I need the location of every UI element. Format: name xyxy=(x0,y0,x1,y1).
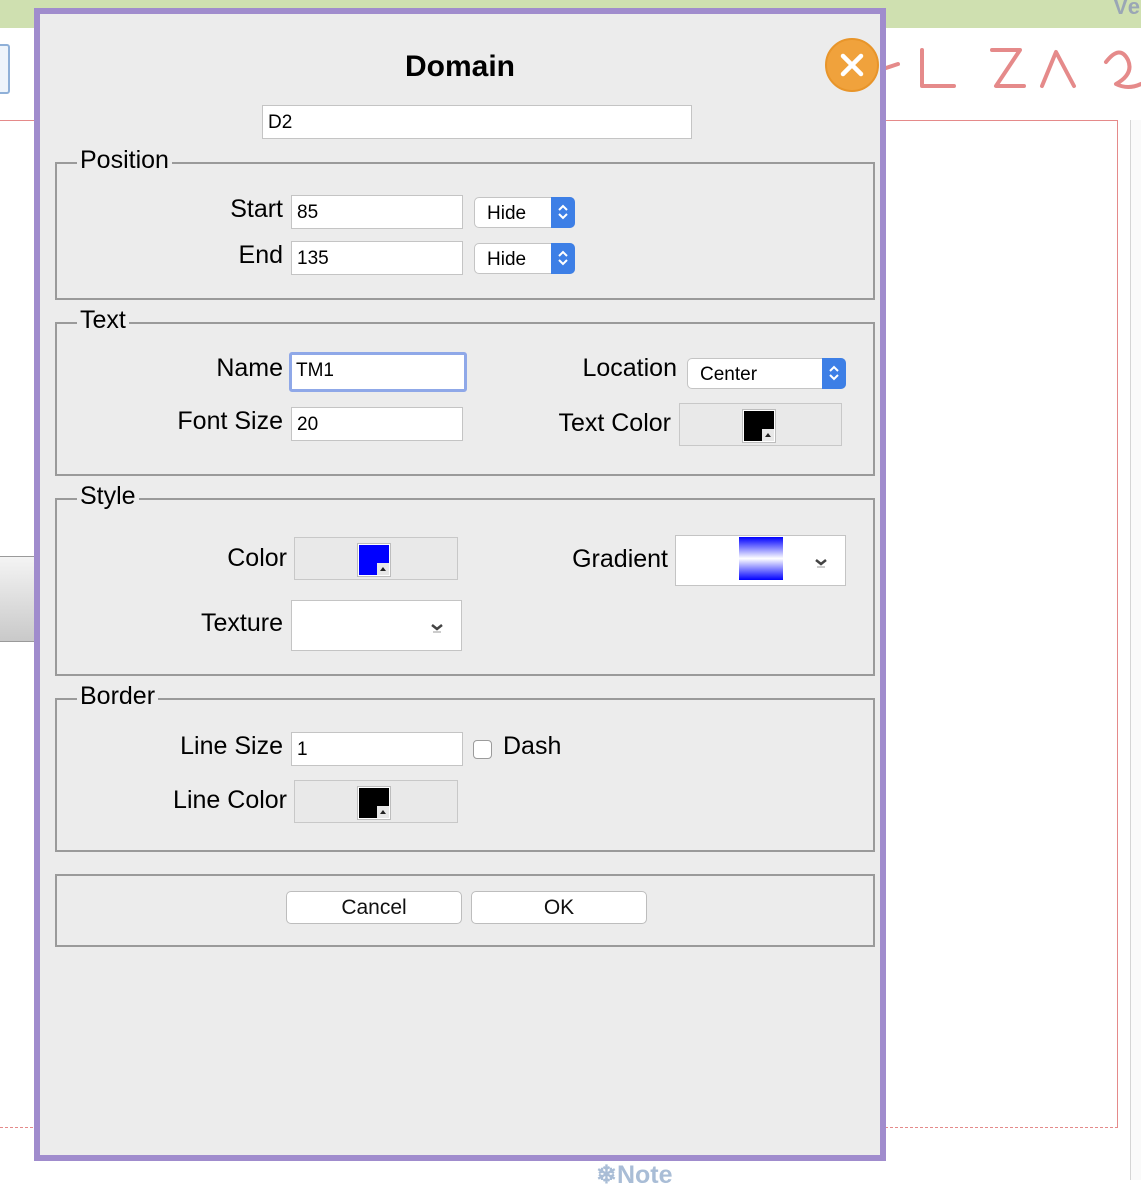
close-icon xyxy=(840,53,864,77)
line-size-label: Line Size xyxy=(180,732,283,760)
style-legend: Style xyxy=(77,482,139,511)
id-input[interactable]: D2 xyxy=(262,105,692,139)
cancel-button[interactable]: Cancel xyxy=(286,891,462,924)
caret-up-icon xyxy=(377,806,389,818)
location-select[interactable]: Center xyxy=(687,358,846,389)
fill-color-picker[interactable] xyxy=(294,537,458,580)
app-topbar-label: Ve xyxy=(1113,0,1141,19)
font-size-input[interactable]: 20 xyxy=(291,407,463,441)
text-color-chip xyxy=(742,409,776,443)
fill-color-chip xyxy=(357,543,391,577)
text-legend: Text xyxy=(77,306,129,335)
caret-up-icon xyxy=(762,429,774,441)
border-legend: Border xyxy=(77,682,159,711)
line-color-label: Line Color xyxy=(173,786,287,814)
document-icon[interactable] xyxy=(0,44,10,94)
close-button[interactable] xyxy=(825,38,879,92)
step-tool-icon xyxy=(990,48,1026,88)
position-group: Position Start 85 Hide End 135 Hide xyxy=(55,146,875,300)
line-color-picker[interactable] xyxy=(294,780,458,823)
curve-tool-icon xyxy=(1104,50,1141,89)
text-group: Text Name TM1 Location Center Font Size … xyxy=(55,306,875,476)
text-color-label: Text Color xyxy=(558,409,671,437)
caret-up-icon xyxy=(377,563,389,575)
start-mode-value: Hide xyxy=(487,203,527,224)
dialog-title: Domain xyxy=(404,50,515,83)
text-color-picker[interactable] xyxy=(679,403,842,446)
location-label: Location xyxy=(582,354,677,382)
note-label: Note xyxy=(616,1161,673,1189)
select-arrows-icon xyxy=(551,197,575,228)
font-size-label: Font Size xyxy=(177,407,283,435)
chevron-down-icon xyxy=(815,559,827,568)
line-color-chip xyxy=(357,786,391,820)
ok-button[interactable]: OK xyxy=(471,891,647,924)
line-size-input[interactable]: 1 xyxy=(291,732,463,766)
snowflake-icon: ❄ xyxy=(596,1161,617,1189)
elbow-tool-icon xyxy=(920,48,956,88)
gradient-label: Gradient xyxy=(572,545,668,573)
location-value: Center xyxy=(700,364,758,385)
texture-dropdown[interactable] xyxy=(291,600,462,651)
texture-label: Texture xyxy=(201,609,283,637)
end-label: End xyxy=(238,241,283,269)
dash-label: Dash xyxy=(503,732,562,760)
actions-group: Cancel OK xyxy=(55,874,875,947)
name-label: Name xyxy=(216,354,283,382)
dash-checkbox[interactable] xyxy=(473,740,492,759)
start-input[interactable]: 85 xyxy=(291,195,463,229)
vertical-scrollbar[interactable] xyxy=(1130,120,1141,1180)
gradient-dropdown[interactable] xyxy=(675,535,846,586)
color-label: Color xyxy=(227,544,287,572)
note-link[interactable]: ❄Note xyxy=(596,1160,673,1190)
position-legend: Position xyxy=(77,146,172,175)
arc-tool-icon xyxy=(1040,50,1076,88)
name-input[interactable]: TM1 xyxy=(289,352,467,392)
start-mode-select[interactable]: Hide xyxy=(474,197,575,228)
select-arrows-icon xyxy=(822,358,846,389)
domain-dialog: Domain ID D2 Position Start 85 Hide End … xyxy=(34,8,886,1161)
end-input[interactable]: 135 xyxy=(291,241,463,275)
select-arrows-icon xyxy=(551,243,575,274)
line-tool-icon xyxy=(884,62,900,70)
end-mode-select[interactable]: Hide xyxy=(474,243,575,274)
drawing-tools xyxy=(884,40,1141,100)
chevron-down-icon xyxy=(431,624,443,633)
start-label: Start xyxy=(230,195,283,223)
gradient-preview xyxy=(739,537,783,580)
border-group: Border Line Size 1 Dash Line Color xyxy=(55,682,875,852)
end-mode-value: Hide xyxy=(487,249,527,270)
style-group: Style Color Gradient Texture xyxy=(55,482,875,676)
